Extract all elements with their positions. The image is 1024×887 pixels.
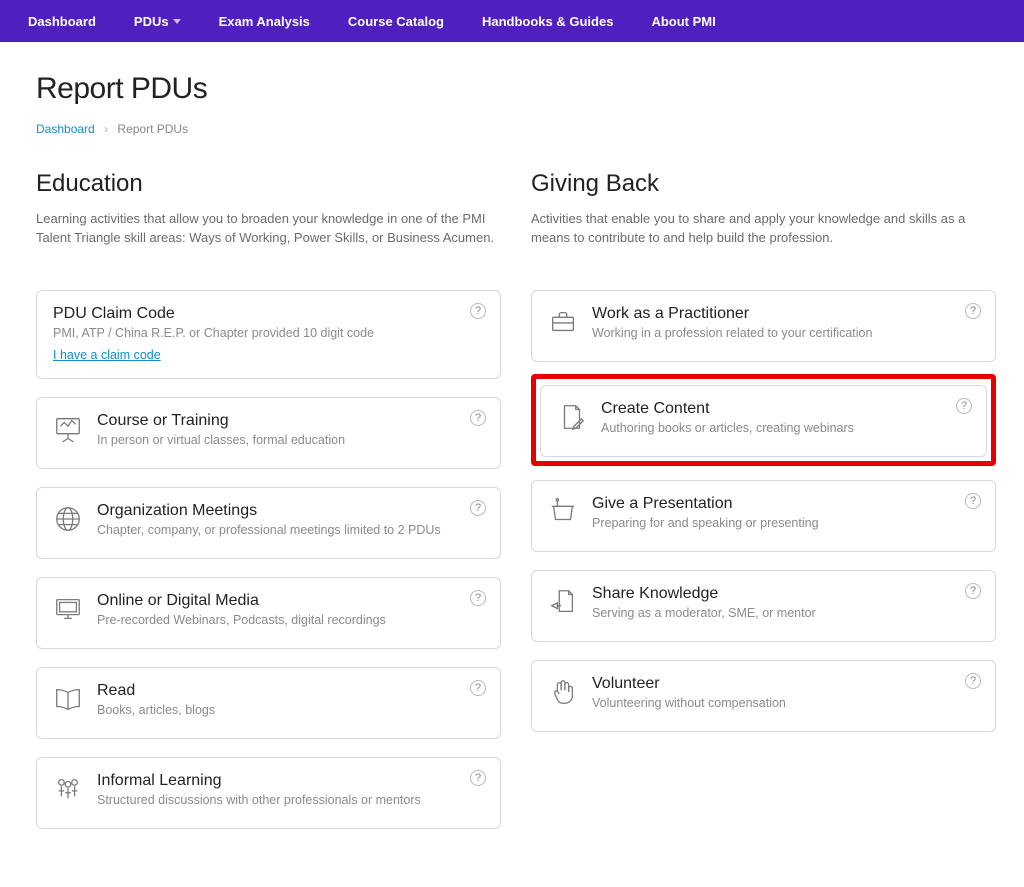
card-practitioner[interactable]: Work as a Practitioner Working in a prof…: [531, 290, 996, 362]
top-nav: Dashboard PDUs Exam Analysis Course Cata…: [0, 0, 1024, 42]
card-sub: Structured discussions with other profes…: [97, 792, 484, 809]
card-sub: PMI, ATP / China R.E.P. or Chapter provi…: [53, 325, 484, 342]
help-icon[interactable]: ?: [470, 410, 486, 426]
chevron-down-icon: [173, 19, 181, 24]
document-share-icon: [548, 587, 578, 617]
help-icon[interactable]: ?: [470, 303, 486, 319]
nav-course-catalog[interactable]: Course Catalog: [348, 14, 444, 29]
card-informal-learning[interactable]: Informal Learning Structured discussions…: [36, 757, 501, 829]
main-container: Report PDUs Dashboard › Report PDUs Educ…: [0, 42, 1024, 887]
card-sub: Preparing for and speaking or presenting: [592, 515, 979, 532]
monitor-icon: [53, 594, 83, 624]
help-icon[interactable]: ?: [470, 590, 486, 606]
card-sub: Volunteering without compensation: [592, 695, 979, 712]
card-title: Create Content: [601, 400, 970, 418]
card-pdu-claim-code[interactable]: PDU Claim Code PMI, ATP / China R.E.P. o…: [36, 290, 501, 379]
nav-handbooks[interactable]: Handbooks & Guides: [482, 14, 613, 29]
nav-pdus[interactable]: PDUs: [134, 14, 181, 29]
hand-icon: [548, 677, 578, 707]
card-title: Online or Digital Media: [97, 592, 484, 610]
education-desc: Learning activities that allow you to br…: [36, 210, 501, 250]
breadcrumb-dashboard[interactable]: Dashboard: [36, 122, 95, 136]
card-read[interactable]: Read Books, articles, blogs ?: [36, 667, 501, 739]
nav-dashboard[interactable]: Dashboard: [28, 14, 96, 29]
card-title: Share Knowledge: [592, 585, 979, 603]
card-online-digital-media[interactable]: Online or Digital Media Pre-recorded Web…: [36, 577, 501, 649]
card-sub: Pre-recorded Webinars, Podcasts, digital…: [97, 612, 484, 629]
giving-heading: Giving Back: [531, 170, 996, 198]
help-icon[interactable]: ?: [965, 583, 981, 599]
help-icon[interactable]: ?: [965, 493, 981, 509]
help-icon[interactable]: ?: [965, 303, 981, 319]
card-title: Organization Meetings: [97, 502, 484, 520]
document-pencil-icon: [557, 402, 587, 432]
card-title: Give a Presentation: [592, 495, 979, 513]
card-sub: Books, articles, blogs: [97, 702, 484, 719]
highlight-box: Create Content Authoring books or articl…: [531, 374, 996, 466]
help-icon[interactable]: ?: [470, 500, 486, 516]
education-column: Education Learning activities that allow…: [36, 170, 501, 847]
card-volunteer[interactable]: Volunteer Volunteering without compensat…: [531, 660, 996, 732]
nav-pdus-label: PDUs: [134, 14, 169, 29]
book-icon: [53, 684, 83, 714]
people-icon: [53, 774, 83, 804]
card-share-knowledge[interactable]: Share Knowledge Serving as a moderator, …: [531, 570, 996, 642]
card-title: Informal Learning: [97, 772, 484, 790]
giving-desc: Activities that enable you to share and …: [531, 210, 996, 250]
claim-code-link[interactable]: I have a claim code: [53, 348, 161, 362]
card-title: Work as a Practitioner: [592, 305, 979, 323]
card-course-training[interactable]: Course or Training In person or virtual …: [36, 397, 501, 469]
card-create-content[interactable]: Create Content Authoring books or articl…: [540, 385, 987, 457]
card-title: PDU Claim Code: [53, 305, 484, 323]
card-sub: Working in a profession related to your …: [592, 325, 979, 342]
card-sub: Serving as a moderator, SME, or mentor: [592, 605, 979, 622]
giving-back-column: Giving Back Activities that enable you t…: [531, 170, 996, 847]
card-organization-meetings[interactable]: Organization Meetings Chapter, company, …: [36, 487, 501, 559]
breadcrumb-sep: ›: [104, 122, 108, 136]
help-icon[interactable]: ?: [965, 673, 981, 689]
breadcrumb-current: Report PDUs: [117, 122, 188, 136]
columns: Education Learning activities that allow…: [36, 170, 996, 847]
card-give-presentation[interactable]: Give a Presentation Preparing for and sp…: [531, 480, 996, 552]
card-sub: In person or virtual classes, formal edu…: [97, 432, 484, 449]
breadcrumb: Dashboard › Report PDUs: [36, 122, 996, 136]
card-sub: Authoring books or articles, creating we…: [601, 420, 970, 437]
card-title: Volunteer: [592, 675, 979, 693]
card-title: Course or Training: [97, 412, 484, 430]
help-icon[interactable]: ?: [470, 770, 486, 786]
page-title: Report PDUs: [36, 72, 996, 106]
education-heading: Education: [36, 170, 501, 198]
podium-icon: [548, 497, 578, 527]
help-icon[interactable]: ?: [470, 680, 486, 696]
card-sub: Chapter, company, or professional meetin…: [97, 522, 484, 539]
card-title: Read: [97, 682, 484, 700]
briefcase-icon: [548, 307, 578, 337]
nav-exam-analysis[interactable]: Exam Analysis: [219, 14, 310, 29]
globe-icon: [53, 504, 83, 534]
help-icon[interactable]: ?: [956, 398, 972, 414]
nav-about-pmi[interactable]: About PMI: [651, 14, 715, 29]
presentation-board-icon: [53, 414, 83, 444]
